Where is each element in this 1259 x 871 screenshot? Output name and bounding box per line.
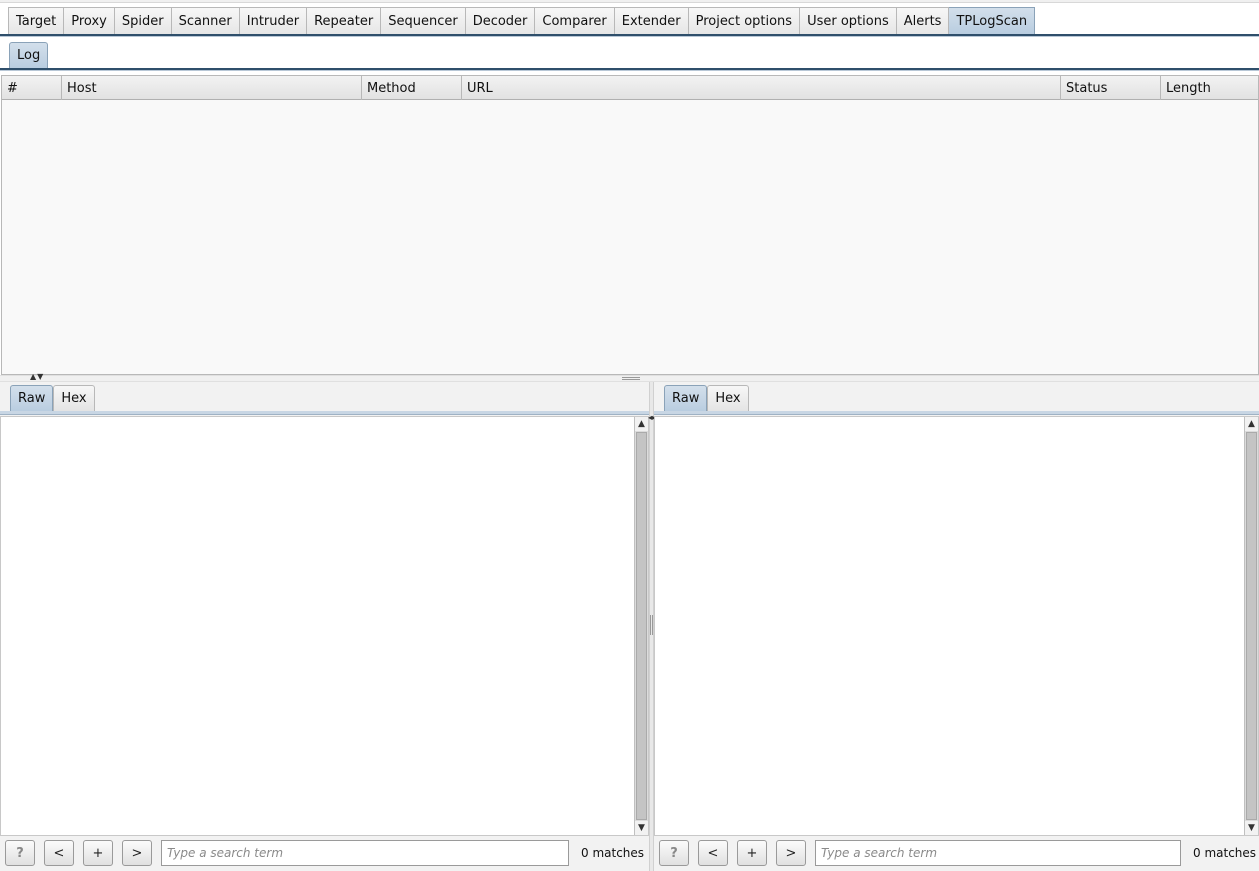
response-search-bar: ? < + > 0 matches	[659, 838, 1256, 868]
log-table-header: # Host Method URL Status Length	[2, 76, 1258, 100]
column-header-url[interactable]: URL	[462, 76, 1061, 100]
request-tab-bar: Raw Hex	[10, 385, 95, 411]
request-search-input[interactable]	[161, 840, 569, 866]
response-match-count: 0 matches	[1193, 846, 1257, 860]
tab-alerts[interactable]: Alerts	[896, 7, 950, 34]
tab-repeater[interactable]: Repeater	[307, 7, 382, 34]
burp-window: Target Proxy Spider Scanner Intruder Rep…	[0, 0, 1259, 871]
column-header-number[interactable]: #	[2, 76, 62, 100]
tab-intruder[interactable]: Intruder	[239, 7, 308, 34]
response-tab-underline	[654, 411, 1259, 415]
response-search-input[interactable]	[815, 840, 1181, 866]
request-scrollbar[interactable]: ▲ ▼	[634, 417, 648, 835]
tab-spider[interactable]: Spider	[114, 7, 172, 34]
column-header-length[interactable]: Length	[1161, 76, 1258, 100]
response-tab-bar: Raw Hex	[664, 385, 749, 411]
tab-sequencer[interactable]: Sequencer	[381, 7, 466, 34]
request-tab-underline	[0, 411, 649, 415]
response-tab-raw[interactable]: Raw	[664, 385, 708, 411]
tab-scanner[interactable]: Scanner	[171, 7, 240, 34]
sub-tab-underline	[0, 68, 1259, 71]
log-table[interactable]: # Host Method URL Status Length	[1, 75, 1259, 375]
help-button[interactable]: ?	[5, 840, 35, 866]
scroll-down-arrow-icon[interactable]: ▼	[1245, 821, 1258, 835]
request-text-area[interactable]: ▲ ▼	[0, 416, 649, 836]
tab-target[interactable]: Target	[8, 7, 65, 34]
next-match-button[interactable]: >	[776, 840, 806, 866]
tab-proxy[interactable]: Proxy	[64, 7, 115, 34]
vertical-grip-icon[interactable]	[650, 615, 653, 635]
sub-tab-bar: Log	[9, 42, 49, 68]
scroll-down-arrow-icon[interactable]: ▼	[635, 821, 648, 835]
response-scrollbar[interactable]: ▲ ▼	[1244, 417, 1258, 835]
response-pane: Raw Hex ▲ ▼ ? < + > 0 matches	[654, 382, 1259, 871]
tab-user-options[interactable]: User options	[800, 7, 897, 34]
tab-tplogscan[interactable]: TPLogScan	[949, 7, 1036, 34]
split-grip-icon[interactable]	[622, 377, 640, 380]
request-search-bar: ? < + > 0 matches	[5, 838, 644, 868]
main-tab-underline	[0, 34, 1259, 37]
request-match-count: 0 matches	[581, 846, 645, 860]
response-scroll-thumb[interactable]	[1246, 432, 1257, 820]
tab-comparer[interactable]: Comparer	[535, 7, 615, 34]
search-options-button[interactable]: +	[737, 840, 767, 866]
scroll-up-arrow-icon[interactable]: ▲	[1245, 417, 1258, 431]
previous-match-button[interactable]: <	[698, 840, 728, 866]
scroll-up-arrow-icon[interactable]: ▲	[635, 417, 648, 431]
column-header-status[interactable]: Status	[1061, 76, 1161, 100]
main-tab-bar: Target Proxy Spider Scanner Intruder Rep…	[8, 7, 1036, 34]
response-tab-hex[interactable]: Hex	[707, 385, 749, 411]
tab-log[interactable]: Log	[9, 42, 49, 68]
search-options-button[interactable]: +	[83, 840, 113, 866]
request-scroll-thumb[interactable]	[636, 432, 647, 820]
tab-project-options[interactable]: Project options	[688, 7, 801, 34]
request-tab-hex[interactable]: Hex	[53, 385, 95, 411]
column-header-host[interactable]: Host	[62, 76, 362, 100]
request-pane: Raw Hex ▲ ▼ ? < + > 0 matches	[0, 382, 649, 871]
previous-match-button[interactable]: <	[44, 840, 74, 866]
help-button[interactable]: ?	[659, 840, 689, 866]
window-top-border	[0, 0, 1259, 3]
request-tab-raw[interactable]: Raw	[10, 385, 54, 411]
next-match-button[interactable]: >	[122, 840, 152, 866]
column-header-method[interactable]: Method	[362, 76, 462, 100]
collapse-arrows-icon[interactable]: ▲▼	[30, 373, 44, 381]
tab-extender[interactable]: Extender	[614, 7, 689, 34]
response-text-area[interactable]: ▲ ▼	[654, 416, 1259, 836]
tab-decoder[interactable]: Decoder	[465, 7, 536, 34]
